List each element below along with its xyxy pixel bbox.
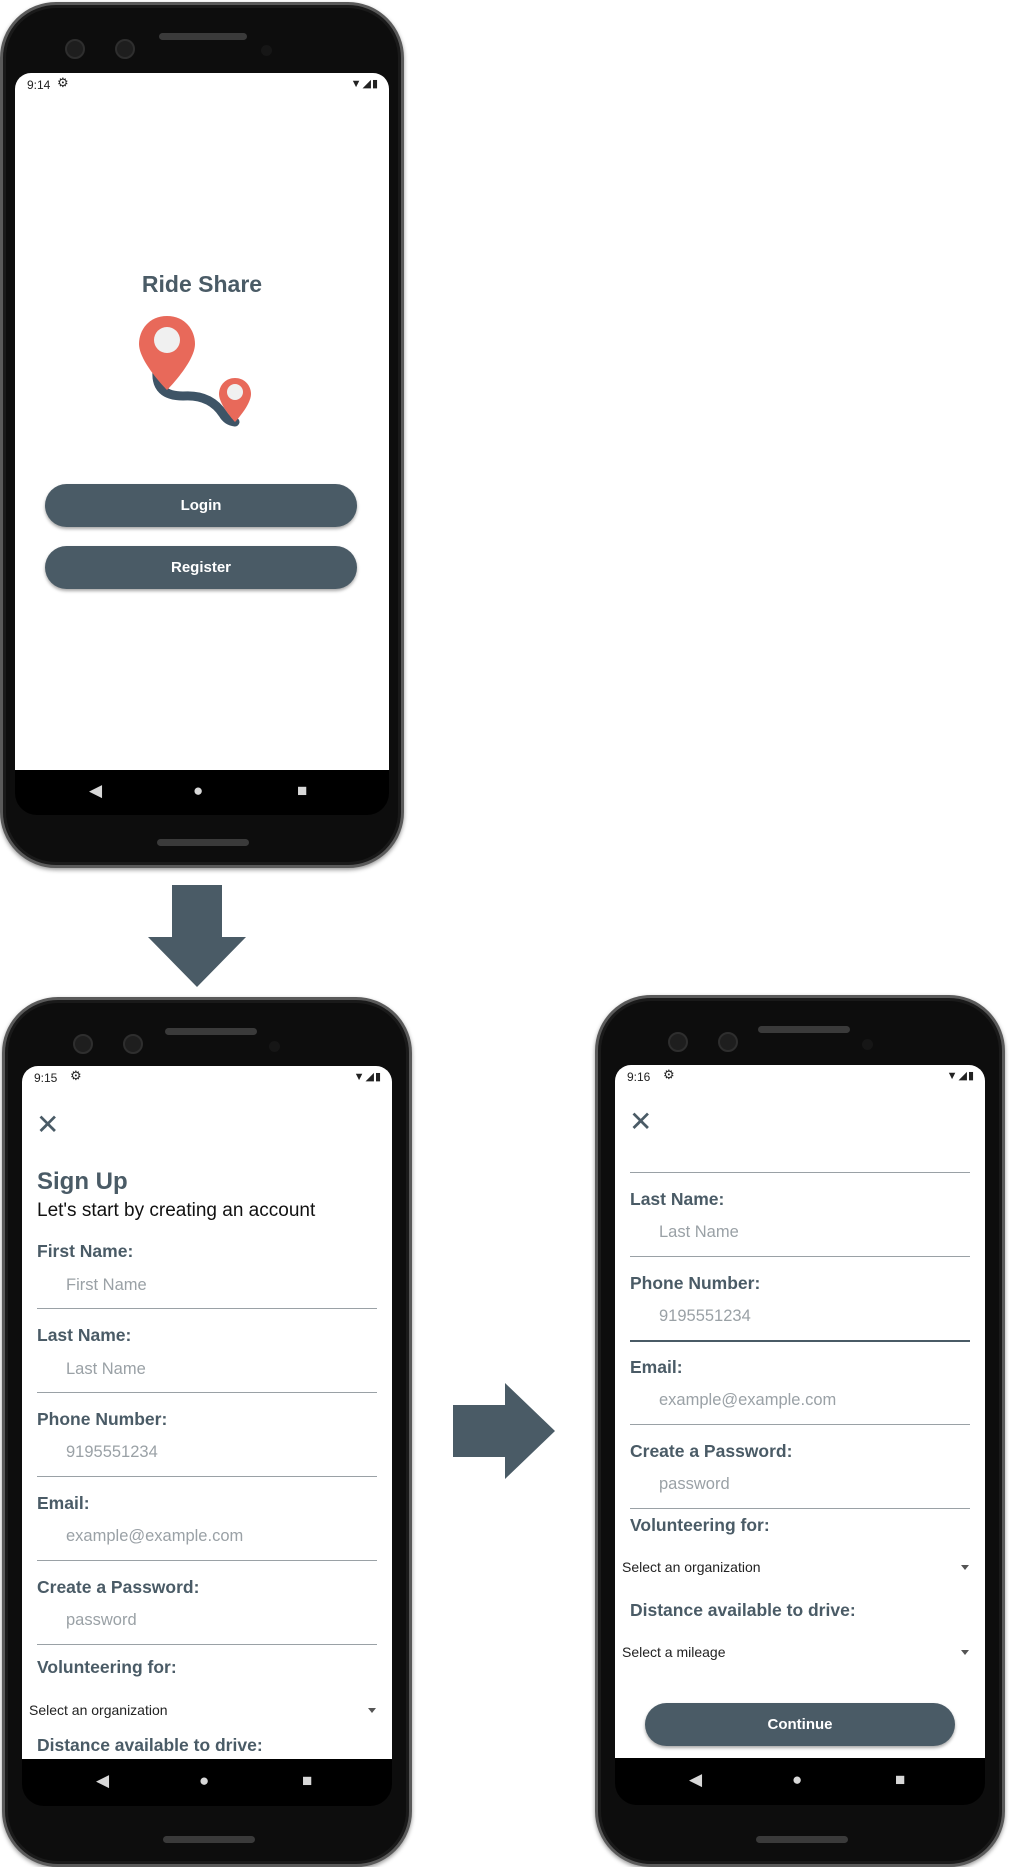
map-pin-large-icon — [139, 316, 195, 390]
previous-field-underline — [630, 1172, 970, 1173]
close-icon[interactable]: ✕ — [629, 1108, 652, 1136]
phone-frame-signup-scrolled: 9:16 ⚙ ▼◢▮ ✕ Last Name: Last Name Phone … — [595, 995, 1005, 1867]
phone-frame-welcome: 9:14 ⚙ ▼◢▮ Ride Share Login Register ◀ ●… — [0, 2, 404, 868]
status-bar: 9:16 ⚙ ▼◢▮ — [615, 1065, 985, 1087]
last-name-label: Last Name: — [37, 1325, 132, 1345]
last-name-input[interactable]: Last Name — [659, 1223, 739, 1242]
camera-icon — [73, 1034, 93, 1054]
wifi-icon: ▼◢▮ — [353, 1071, 382, 1083]
first-name-label: First Name: — [37, 1241, 134, 1261]
distance-label: Distance available to drive: — [37, 1735, 263, 1755]
status-time: 9:16 — [627, 1070, 651, 1084]
organization-select[interactable]: Select an organization — [622, 1559, 761, 1575]
recents-icon[interactable]: ■ — [297, 781, 307, 801]
nav-bar: ◀ ● ■ — [15, 770, 389, 815]
nav-bar: ◀ ● ■ — [22, 1759, 392, 1806]
password-label: Create a Password: — [630, 1441, 793, 1461]
wifi-icon: ▼◢▮ — [946, 1070, 975, 1082]
email-label: Email: — [630, 1357, 683, 1377]
earpiece-speaker — [758, 1026, 850, 1033]
earpiece-speaker — [165, 1028, 257, 1035]
wifi-icon: ▼◢▮ — [350, 78, 379, 90]
phone-number-label: Phone Number: — [630, 1273, 761, 1293]
password-input[interactable]: password — [66, 1611, 137, 1630]
page-subtitle: Let's start by creating an account — [37, 1200, 316, 1221]
password-underline — [37, 1644, 377, 1645]
camera-icon — [115, 39, 135, 59]
home-icon[interactable]: ● — [193, 781, 203, 801]
last-name-label: Last Name: — [630, 1189, 725, 1209]
email-label: Email: — [37, 1493, 90, 1513]
phone-number-input[interactable]: 9195551234 — [66, 1443, 158, 1462]
gear-icon: ⚙ — [663, 1067, 675, 1082]
phone-frame-signup: 9:15 ⚙ ▼◢▮ ✕ Sign Up Let's start by crea… — [2, 997, 412, 1867]
volunteering-label: Volunteering for: — [37, 1657, 177, 1677]
app-title: Ride Share — [141, 271, 263, 297]
gear-icon: ⚙ — [70, 1068, 82, 1083]
continue-button[interactable]: Continue — [645, 1703, 955, 1746]
bottom-speaker — [756, 1836, 848, 1843]
page-title: Sign Up — [37, 1168, 128, 1195]
phone-number-underline — [37, 1476, 377, 1477]
route-map-logo — [139, 316, 251, 427]
bottom-speaker — [163, 1836, 255, 1843]
welcome-screen: 9:14 ⚙ ▼◢▮ Ride Share Login Register — [15, 73, 389, 770]
organization-select[interactable]: Select an organization — [29, 1702, 168, 1718]
status-bar: 9:14 ⚙ ▼◢▮ — [15, 73, 389, 95]
bottom-speaker — [157, 839, 249, 846]
password-input[interactable]: password — [659, 1475, 730, 1494]
first-name-underline — [37, 1308, 377, 1309]
last-name-input[interactable]: Last Name — [66, 1360, 146, 1379]
phone-number-label: Phone Number: — [37, 1409, 168, 1429]
arrow-right-icon — [453, 1383, 555, 1479]
email-underline — [37, 1560, 377, 1561]
close-icon[interactable]: ✕ — [36, 1111, 59, 1139]
front-sensor — [269, 1041, 280, 1052]
front-sensor — [862, 1039, 873, 1050]
arrow-down-icon — [148, 885, 246, 987]
earpiece-speaker — [159, 33, 247, 40]
password-label: Create a Password: — [37, 1577, 200, 1597]
phone-number-input[interactable]: 9195551234 — [659, 1307, 751, 1326]
phone-number-underline — [630, 1340, 970, 1342]
caret-down-icon[interactable] — [961, 1650, 969, 1655]
status-time: 9:15 — [34, 1071, 58, 1085]
home-icon[interactable]: ● — [792, 1770, 802, 1790]
signup-scrolled-screen: 9:16 ⚙ ▼◢▮ ✕ Last Name: Last Name Phone … — [615, 1065, 985, 1758]
camera-icon — [65, 39, 85, 59]
status-bar: 9:15 ⚙ ▼◢▮ — [22, 1066, 392, 1088]
camera-icon — [668, 1032, 688, 1052]
distance-label: Distance available to drive: — [630, 1600, 856, 1620]
login-button[interactable]: Login — [45, 484, 357, 527]
front-sensor — [261, 45, 272, 56]
back-icon[interactable]: ◀ — [96, 1771, 109, 1791]
last-name-underline — [37, 1392, 377, 1393]
volunteering-label: Volunteering for: — [630, 1515, 770, 1535]
nav-bar: ◀ ● ■ — [615, 1758, 985, 1805]
caret-down-icon[interactable] — [368, 1708, 376, 1713]
register-button[interactable]: Register — [45, 546, 357, 589]
camera-icon — [123, 1034, 143, 1054]
signup-screen: 9:15 ⚙ ▼◢▮ ✕ Sign Up Let's start by crea… — [22, 1066, 392, 1759]
back-icon[interactable]: ◀ — [689, 1770, 702, 1790]
gear-icon: ⚙ — [57, 75, 69, 90]
mileage-select[interactable]: Select a mileage — [622, 1644, 726, 1660]
recents-icon[interactable]: ■ — [302, 1771, 312, 1791]
back-icon[interactable]: ◀ — [89, 781, 102, 801]
status-time: 9:14 — [27, 78, 51, 92]
home-icon[interactable]: ● — [199, 1771, 209, 1791]
camera-icon — [718, 1032, 738, 1052]
email-input[interactable]: example@example.com — [659, 1391, 836, 1410]
email-input[interactable]: example@example.com — [66, 1527, 243, 1546]
first-name-input[interactable]: First Name — [66, 1276, 147, 1295]
password-underline — [630, 1508, 970, 1509]
caret-down-icon[interactable] — [961, 1565, 969, 1570]
recents-icon[interactable]: ■ — [895, 1770, 905, 1790]
email-underline — [630, 1424, 970, 1425]
last-name-underline — [630, 1256, 970, 1257]
